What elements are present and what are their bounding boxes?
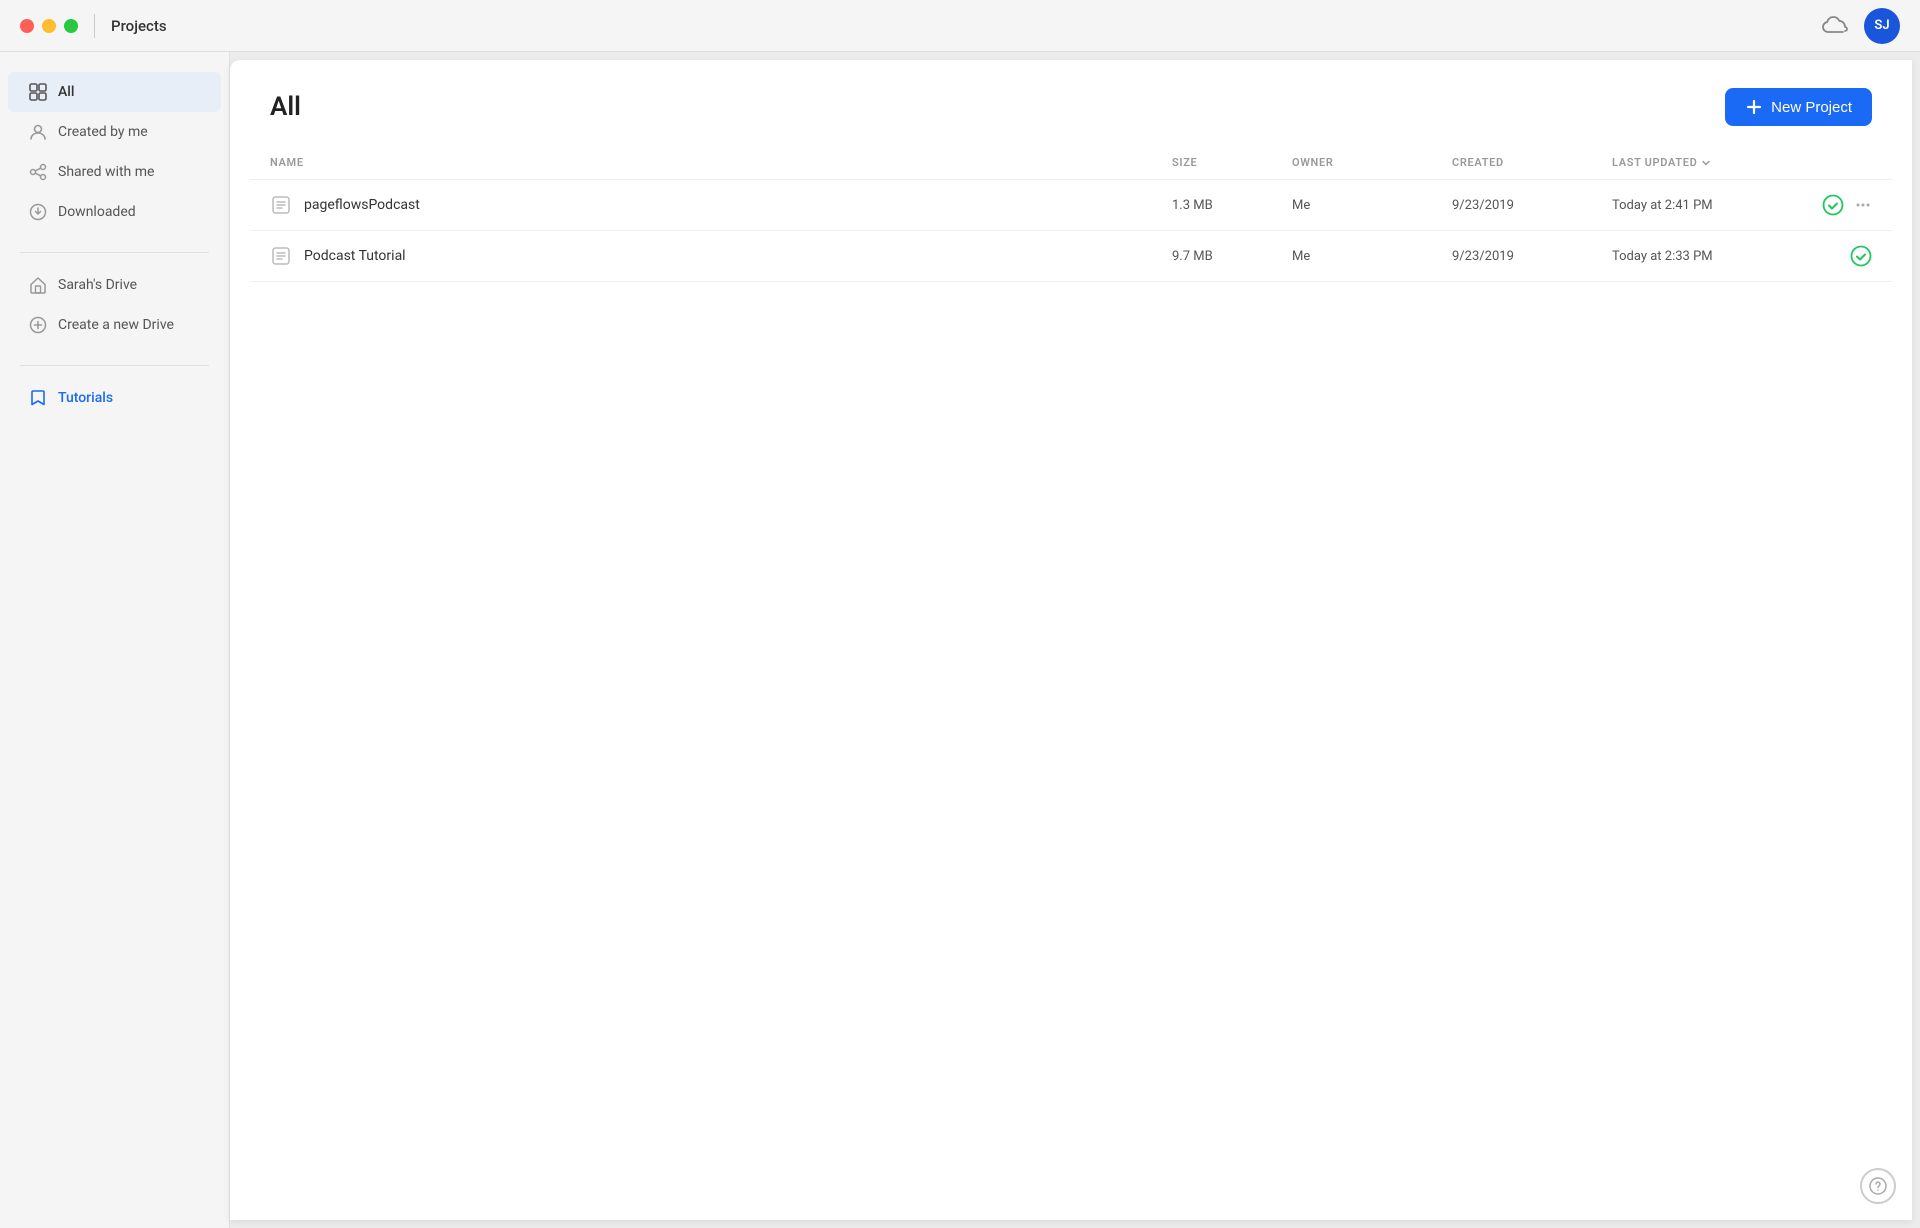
new-project-button[interactable]: New Project	[1725, 88, 1872, 126]
download-icon	[28, 202, 48, 222]
row-size: 1.3 MB	[1172, 198, 1292, 213]
sidebar-item-shared-with-me[interactable]: Shared with me	[8, 152, 221, 192]
col-header-owner[interactable]: OWNER	[1292, 156, 1452, 169]
bookmark-icon	[28, 388, 48, 408]
table-row[interactable]: pageflowsPodcast 1.3 MB Me 9/23/2019 Tod…	[250, 180, 1892, 231]
row-project-name: Podcast Tutorial	[304, 248, 406, 264]
row-created: 9/23/2019	[1452, 249, 1612, 264]
row-size: 9.7 MB	[1172, 249, 1292, 264]
sidebar-item-created-by-me[interactable]: Created by me	[8, 112, 221, 152]
col-header-size[interactable]: SIZE	[1172, 156, 1292, 169]
app-title: Projects	[111, 17, 167, 35]
row-name: Podcast Tutorial	[270, 245, 1172, 267]
plus-icon	[28, 315, 48, 335]
sidebar-item-downloaded-label: Downloaded	[58, 204, 136, 220]
sidebar-item-all-label: All	[58, 84, 74, 100]
sidebar-item-create-drive-label: Create a new Drive	[58, 317, 174, 333]
sync-check-icon	[1822, 194, 1844, 216]
row-name: pageflowsPodcast	[270, 194, 1172, 216]
titlebar-right: SJ	[1822, 8, 1900, 44]
home-icon	[28, 275, 48, 295]
page-title: All	[270, 92, 301, 122]
close-button[interactable]	[20, 19, 34, 33]
sidebar-item-create-drive[interactable]: Create a new Drive	[8, 305, 221, 345]
titlebar-divider	[94, 14, 95, 38]
sidebar-item-tutorials[interactable]: Tutorials	[8, 378, 221, 418]
col-header-name[interactable]: NAME	[270, 156, 1172, 169]
help-button[interactable]	[1860, 1168, 1896, 1204]
minimize-button[interactable]	[42, 19, 56, 33]
sidebar: All Created by me	[0, 52, 230, 1228]
sidebar-tutorials-label: Tutorials	[58, 390, 113, 406]
new-project-label: New Project	[1771, 99, 1852, 116]
projects-table: NAME SIZE OWNER CREATED LAST UPDATED	[230, 146, 1912, 1220]
row-owner: Me	[1292, 198, 1452, 213]
row-actions	[1812, 194, 1872, 216]
project-icon	[270, 245, 292, 267]
sidebar-item-sarahs-drive[interactable]: Sarah's Drive	[8, 265, 221, 305]
cloud-icon[interactable]	[1822, 16, 1848, 36]
row-updated: Today at 2:41 PM	[1612, 198, 1812, 213]
sidebar-item-sarahs-drive-label: Sarah's Drive	[58, 277, 137, 293]
sidebar-nav-section: All Created by me	[0, 72, 229, 232]
sidebar-item-downloaded[interactable]: Downloaded	[8, 192, 221, 232]
row-owner: Me	[1292, 249, 1452, 264]
row-project-name: pageflowsPodcast	[304, 197, 420, 213]
more-options-icon[interactable]	[1854, 196, 1872, 214]
sidebar-divider-1	[20, 252, 209, 253]
person-icon	[28, 122, 48, 142]
col-header-last-updated[interactable]: LAST UPDATED	[1612, 156, 1812, 169]
table-row[interactable]: Podcast Tutorial 9.7 MB Me 9/23/2019 Tod…	[250, 231, 1892, 282]
row-created: 9/23/2019	[1452, 198, 1612, 213]
app-body: All Created by me	[0, 52, 1920, 1228]
avatar[interactable]: SJ	[1864, 8, 1900, 44]
maximize-button[interactable]	[64, 19, 78, 33]
titlebar: Projects SJ	[0, 0, 1920, 52]
row-updated: Today at 2:33 PM	[1612, 249, 1812, 264]
table-header: NAME SIZE OWNER CREATED LAST UPDATED	[250, 146, 1892, 180]
main-content: All New Project NAME SIZE OWNER CREATED …	[230, 60, 1912, 1220]
project-icon	[270, 194, 292, 216]
window-controls	[20, 19, 78, 33]
row-actions	[1812, 245, 1872, 267]
sidebar-item-shared-with-me-label: Shared with me	[58, 164, 154, 180]
sidebar-item-all[interactable]: All	[8, 72, 221, 112]
col-header-created[interactable]: CREATED	[1452, 156, 1612, 169]
share-icon	[28, 162, 48, 182]
sync-check-icon	[1850, 245, 1872, 267]
sidebar-divider-2	[20, 365, 209, 366]
grid-icon	[28, 82, 48, 102]
sidebar-item-created-by-me-label: Created by me	[58, 124, 148, 140]
sidebar-drives-section: Sarah's Drive Create a new Drive	[0, 265, 229, 345]
main-header: All New Project	[230, 60, 1912, 146]
